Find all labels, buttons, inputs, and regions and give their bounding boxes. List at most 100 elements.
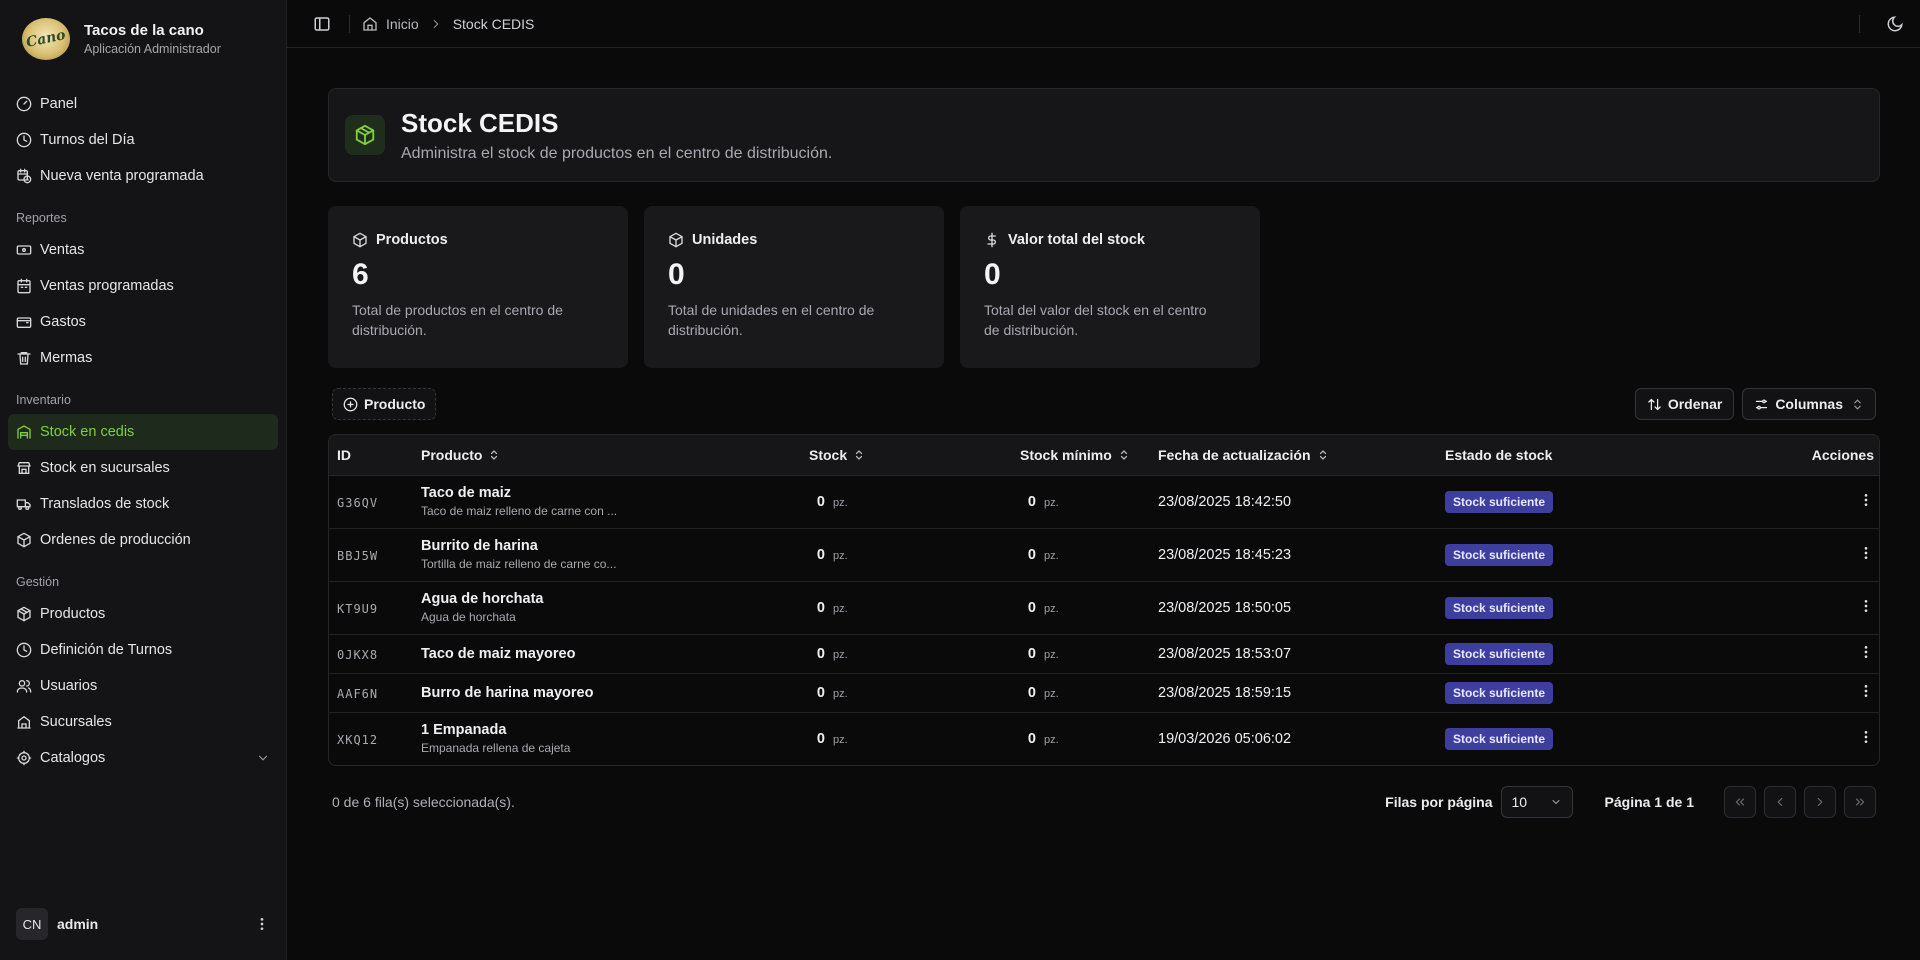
selection-count: 0 de 6 fila(s) seleccionada(s). (332, 794, 515, 810)
sort-icon (1120, 449, 1127, 460)
box-icon (17, 606, 31, 622)
sidebar: Cano Tacos de la cano Aplicación Adminis… (0, 0, 287, 960)
sidebar-item-stock-sucursales[interactable]: Stock en sucursales (8, 450, 278, 486)
sidebar-item-label: Catalogos (40, 750, 106, 766)
chevrons-right-icon (1855, 798, 1865, 806)
sidebar-item-definicion-turnos[interactable]: Definición de Turnos (8, 632, 278, 668)
row-stock: 0 (816, 731, 825, 748)
sidebar-item-productos[interactable]: Productos (8, 596, 278, 632)
row-stock-unit: pz. (833, 688, 848, 700)
row-date: 23/08/2025 18:59:15 (1158, 685, 1292, 701)
sidebar-item-panel[interactable]: Panel (8, 86, 278, 122)
sort-icon (491, 449, 498, 460)
divider (349, 14, 350, 33)
sidebar-item-label: Translados de stock (40, 496, 170, 512)
page-header: Stock CEDIS Administra el stock de produ… (328, 88, 1880, 182)
more-vertical-icon[interactable] (1858, 644, 1874, 660)
table-row[interactable]: G36QV Taco de maiz Taco de maiz relleno … (329, 475, 1879, 529)
row-product-name: Taco de maiz (421, 485, 511, 501)
col-id: ID (329, 435, 411, 476)
brand-logo-text: Cano (24, 27, 68, 51)
sidebar-toggle-icon[interactable] (313, 15, 331, 33)
settings-icon (16, 750, 32, 766)
calendar-icon (17, 278, 31, 294)
table-row[interactable]: 0JKX8 Taco de maiz mayoreo 0 pz. 0 pz. 23/… (329, 634, 1879, 674)
row-date: 23/08/2025 18:42:50 (1158, 494, 1292, 510)
more-vertical-icon[interactable] (1858, 683, 1874, 699)
sidebar-item-ventas-programadas[interactable]: Ventas programadas (8, 268, 278, 304)
page-indicator: Página 1 de 1 (1604, 794, 1694, 810)
table-row[interactable]: BBJ5W Burrito de harina Tortilla de maiz… (329, 528, 1879, 582)
more-vertical-icon[interactable] (1858, 492, 1874, 508)
row-id: XKQ12 (337, 732, 379, 747)
moon-icon[interactable] (1886, 15, 1904, 33)
col-date[interactable]: Fecha de actualización (1158, 435, 1445, 476)
sidebar-item-sucursales[interactable]: Sucursales (8, 704, 278, 740)
col-stock-min[interactable]: Stock mínimo (983, 435, 1158, 476)
more-vertical-icon[interactable] (1858, 545, 1874, 561)
columns-button[interactable]: Columnas (1742, 388, 1876, 420)
col-actions-label: Acciones (1811, 446, 1874, 463)
more-vertical-icon[interactable] (254, 916, 270, 932)
sidebar-item-label: Stock en sucursales (40, 460, 170, 476)
sidebar-item-mermas[interactable]: Mermas (8, 340, 278, 376)
row-id: KT9U9 (337, 601, 379, 616)
sidebar-item-gastos[interactable]: Gastos (8, 304, 278, 340)
sort-button[interactable]: Ordenar (1634, 388, 1735, 420)
chevron-down-icon (258, 755, 268, 761)
row-product-name: Taco de maiz mayoreo (421, 645, 576, 662)
sidebar-item-turnos[interactable]: Turnos del Día (8, 122, 278, 158)
brand[interactable]: Cano Tacos de la cano Aplicación Adminis… (0, 0, 286, 78)
sidebar-item-usuarios[interactable]: Usuarios (8, 668, 278, 704)
status-badge: Stock suficiente (1445, 727, 1554, 750)
table-row[interactable]: XKQ12 1 Empanada Empanada rellena de caj… (329, 712, 1879, 765)
row-date: 23/08/2025 18:50:05 (1158, 600, 1292, 616)
status-badge: Stock suficiente (1445, 596, 1554, 619)
sidebar-item-ventas[interactable]: Ventas (8, 232, 278, 268)
rows-per-page-select[interactable]: 10 (1500, 786, 1573, 818)
breadcrumb-home[interactable]: Inicio (386, 16, 419, 32)
more-vertical-icon[interactable] (1858, 729, 1874, 745)
sliders-icon (1756, 399, 1768, 409)
user-menu[interactable]: CN admin (0, 896, 286, 952)
row-stock-min-unit: pz. (1044, 603, 1059, 615)
add-product-button[interactable]: Producto (332, 388, 437, 420)
page-subtitle: Administra el stock de productos en el c… (401, 144, 833, 162)
main: Inicio Stock CEDIS Stock CEDIS Administr… (287, 0, 1920, 960)
col-stock[interactable]: Stock (791, 435, 983, 476)
brand-logo: Cano (22, 18, 70, 60)
dollar-icon (987, 232, 996, 248)
stat-value: 0 (668, 258, 685, 291)
last-page-button[interactable] (1844, 786, 1876, 818)
next-page-button[interactable] (1804, 786, 1836, 818)
sort-icon (856, 449, 863, 460)
row-stock-min: 0 (1027, 731, 1036, 748)
first-page-button[interactable] (1724, 786, 1756, 818)
row-stock-min: 0 (1027, 547, 1036, 563)
sidebar-item-nueva-venta[interactable]: Nueva venta programada (8, 158, 278, 194)
more-vertical-icon[interactable] (1858, 598, 1874, 614)
nav-group-reportes: Reportes (16, 211, 67, 225)
col-product[interactable]: Producto (411, 435, 791, 476)
package-icon (353, 232, 367, 248)
row-stock-min: 0 (1027, 685, 1036, 701)
page-title: Stock CEDIS (401, 107, 559, 138)
sidebar-item-catalogos[interactable]: Catalogos (8, 740, 278, 776)
row-stock-min: 0 (1027, 646, 1036, 662)
table-row[interactable]: KT9U9 Agua de horchata Agua de horchata … (329, 581, 1879, 635)
row-id: AAF6N (337, 686, 379, 701)
columns-label: Columnas (1775, 396, 1843, 412)
stat-description: Total de unidades en el centro de distri… (668, 302, 875, 338)
package-icon (669, 232, 683, 248)
sidebar-item-ordenes[interactable]: Ordenes de producción (8, 522, 278, 558)
sidebar-item-translados[interactable]: Translados de stock (8, 486, 278, 522)
prev-page-button[interactable] (1764, 786, 1796, 818)
row-stock: 0 (816, 646, 825, 662)
sidebar-item-stock-cedis[interactable]: Stock en cedis (8, 414, 278, 450)
row-stock-unit: pz. (833, 497, 848, 509)
user-name: admin (57, 916, 99, 932)
table-footer: 0 de 6 fila(s) seleccionada(s). Filas po… (328, 786, 1880, 818)
row-stock: 0 (816, 685, 825, 701)
table-row[interactable]: AAF6N Burro de harina mayoreo 0 pz. 0 pz. … (329, 673, 1879, 713)
row-product-desc: Tortilla de maiz relleno de carne co... (421, 557, 617, 571)
